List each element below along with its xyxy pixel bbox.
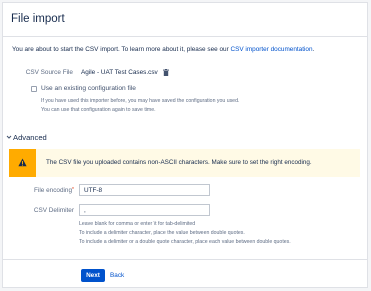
existing-config-help-1: If you have used this importer before, y…	[41, 98, 240, 104]
file-encoding-input[interactable]: UTF-8	[79, 184, 210, 196]
csv-delimiter-input[interactable]: ,	[79, 204, 210, 216]
use-existing-config-label: Use an existing configuration file	[41, 85, 136, 92]
intro-text-end: .	[312, 46, 315, 53]
required-mark: *	[72, 187, 74, 193]
warning-text: The CSV file you uploaded contains non-A…	[46, 159, 312, 166]
file-encoding-label-text: File encoding	[34, 187, 73, 194]
csv-source-file-label: CSV Source File	[25, 69, 73, 76]
advanced-section-toggle[interactable]: Advanced	[13, 133, 47, 142]
delimiter-help-3: To include a delimiter or a double quote…	[79, 239, 291, 245]
next-button[interactable]: Next	[81, 269, 105, 282]
delimiter-help-2: To include a delimiter character, place …	[79, 230, 245, 236]
intro-text-body: You are about to start the CSV import. T…	[12, 46, 231, 53]
existing-config-help-2: You can use that configuration again to …	[41, 107, 156, 113]
warning-icon	[18, 158, 27, 167]
page-title: File import	[11, 13, 65, 25]
warning-strip	[9, 149, 36, 177]
csv-source-filename: Agile - UAT Test Cases.csv	[81, 69, 158, 76]
csv-importer-docs-link[interactable]: CSV importer documentation	[230, 46, 312, 53]
use-existing-config-checkbox[interactable]	[31, 86, 37, 92]
chevron-down-icon[interactable]	[6, 134, 12, 140]
back-link[interactable]: Back	[110, 272, 124, 279]
delimiter-help-1: Leave blank for comma or enter \t for ta…	[79, 221, 196, 227]
file-encoding-label: File encoding*	[25, 187, 74, 194]
csv-delimiter-label: CSV Delimiter	[33, 207, 74, 214]
intro-text: You are about to start the CSV import. T…	[12, 46, 314, 53]
actions-divider	[3, 259, 367, 260]
non-ascii-warning: The CSV file you uploaded contains non-A…	[9, 149, 360, 177]
trash-icon[interactable]	[163, 69, 169, 76]
title-divider	[3, 36, 367, 37]
import-panel: File import You are about to start the C…	[2, 2, 368, 288]
